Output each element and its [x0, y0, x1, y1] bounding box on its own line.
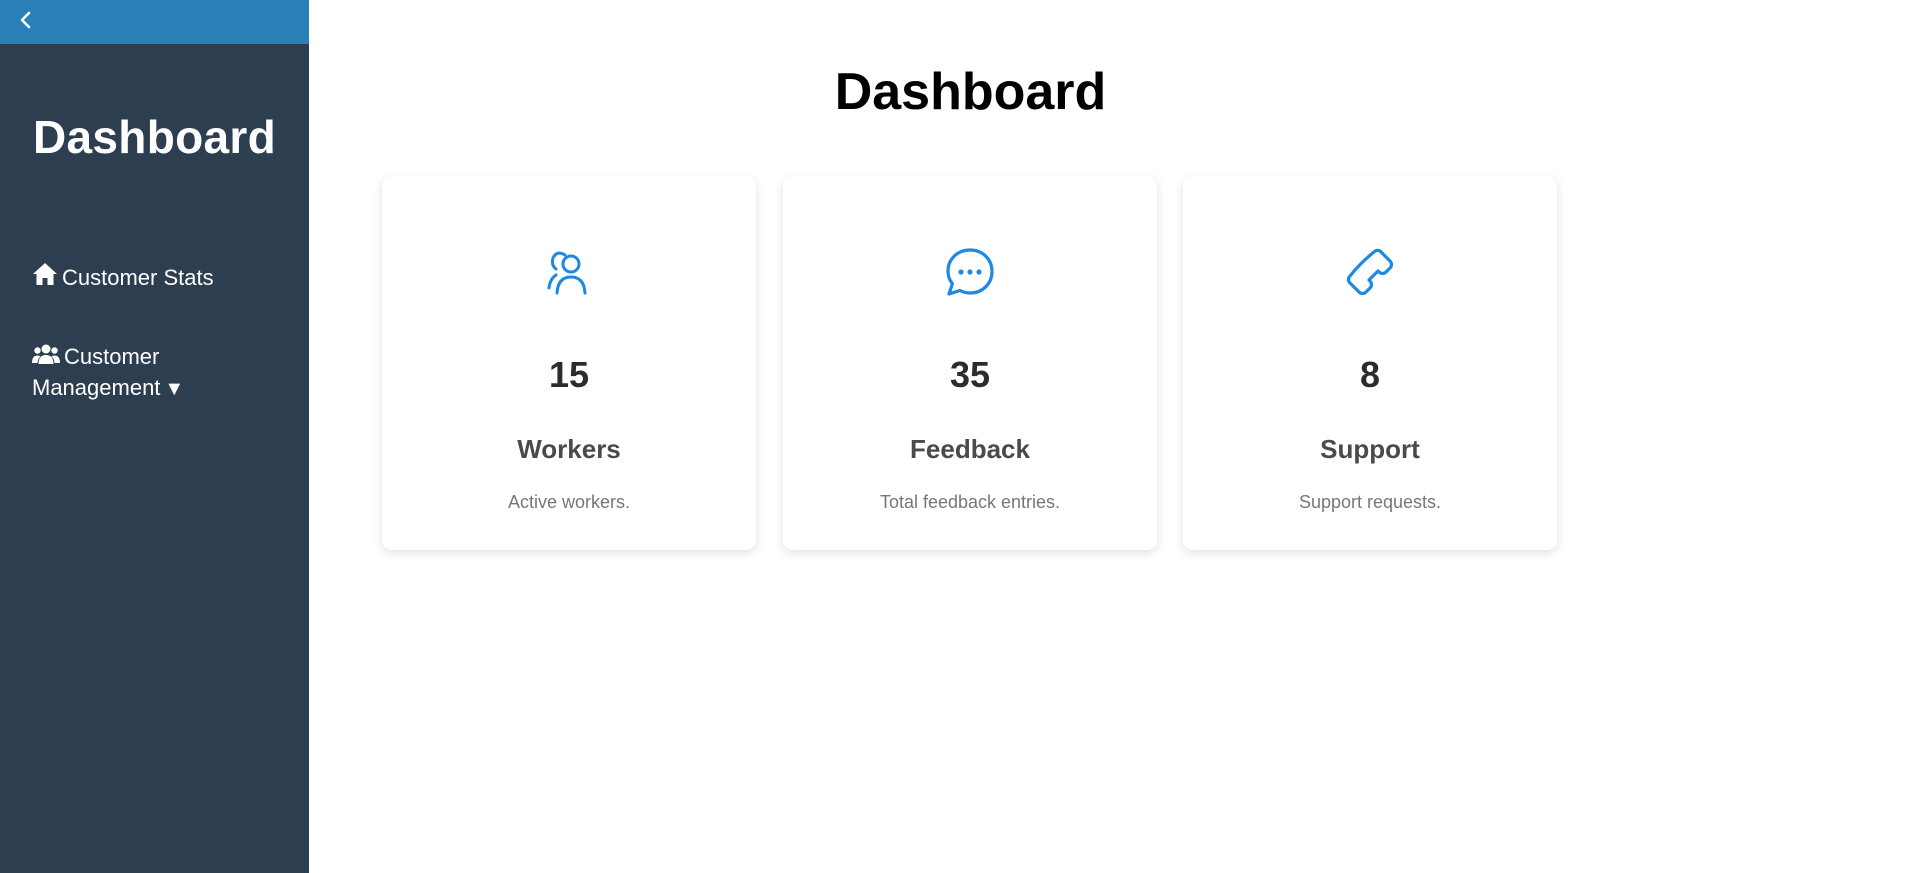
- stat-description: Support requests.: [1298, 492, 1442, 512]
- chat-bubble-icon: [783, 246, 1157, 300]
- stat-card-feedback: 35 Feedback Total feedback entries.: [783, 176, 1157, 550]
- stat-description: Total feedback entries.: [879, 492, 1061, 512]
- stat-value: 8: [1359, 354, 1381, 395]
- chevron-left-icon: [18, 10, 34, 35]
- caret-down-icon: ▼: [164, 378, 185, 401]
- sidebar-item-customer-management[interactable]: Customer Management ▼: [32, 342, 262, 404]
- sidebar-item-customer-stats[interactable]: Customer Stats: [32, 262, 214, 294]
- stat-label: Support: [1320, 434, 1420, 464]
- home-icon: [32, 262, 58, 294]
- user-group-icon: [382, 246, 756, 298]
- stat-label: Feedback: [910, 434, 1030, 464]
- stat-card-support: 8 Support Support requests.: [1183, 176, 1557, 550]
- stat-value: 15: [548, 354, 590, 395]
- users-icon: [32, 343, 60, 373]
- stat-label: Workers: [517, 434, 621, 464]
- page-title: Dashboard: [834, 63, 1107, 121]
- stat-value: 35: [949, 354, 991, 395]
- sidebar-collapse-button[interactable]: [0, 0, 309, 44]
- stat-description: Active workers.: [507, 492, 631, 512]
- sidebar: Dashboard Customer Stats Customer Manage…: [0, 0, 309, 873]
- sidebar-title: Dashboard: [33, 111, 276, 163]
- phone-icon: [1183, 246, 1557, 298]
- sidebar-item-label: Customer Stats: [62, 265, 214, 290]
- app-root: Dashboard Customer Stats Customer Manage…: [0, 0, 1908, 873]
- stat-card-workers: 15 Workers Active workers.: [382, 176, 756, 550]
